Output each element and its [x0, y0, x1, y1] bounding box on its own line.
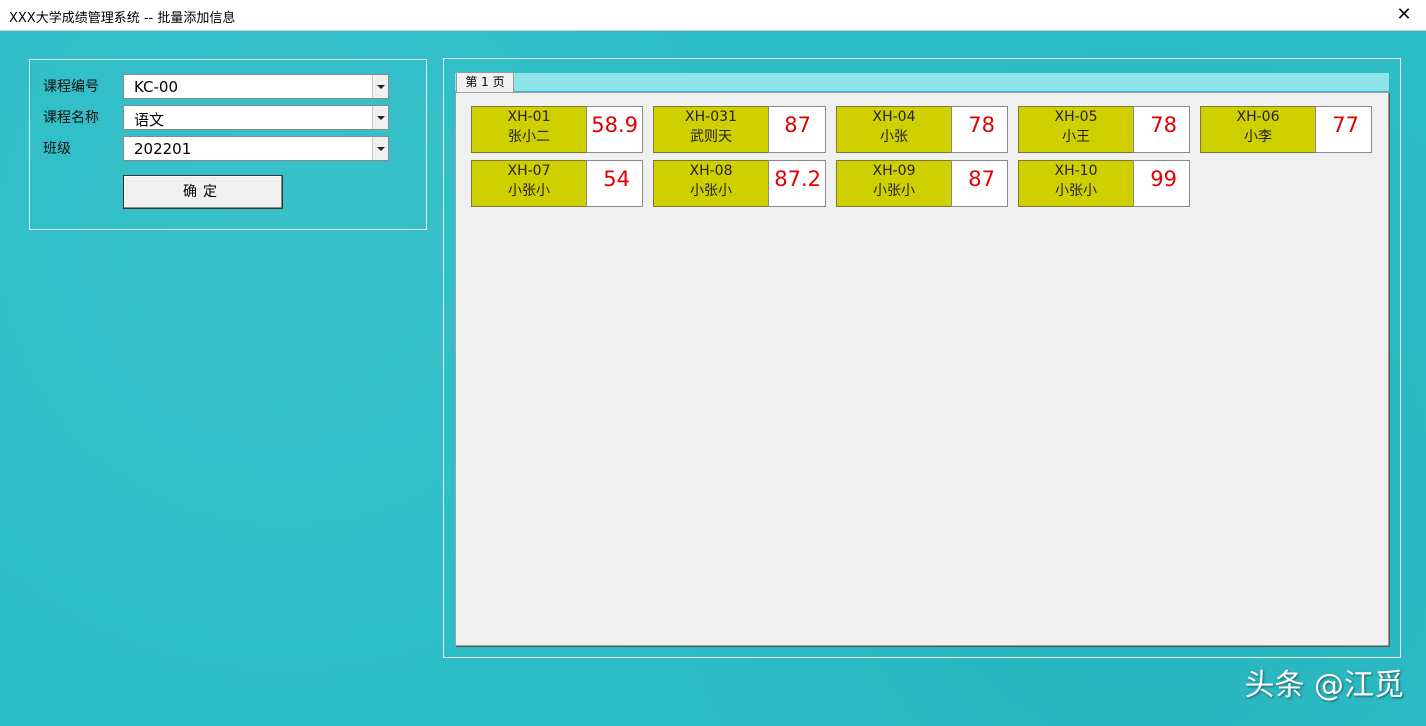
- student-name: 小张小: [508, 183, 550, 199]
- student-name: 张小二: [508, 129, 550, 145]
- student-name: 小张: [880, 129, 908, 145]
- score-input[interactable]: 78: [951, 106, 1008, 153]
- student-info: XH-031 武则天: [653, 106, 769, 153]
- close-icon[interactable]: ✕: [1392, 3, 1416, 27]
- class-value: 202201: [134, 140, 192, 158]
- class-select[interactable]: 202201: [123, 136, 389, 161]
- student-info: XH-10 小张小: [1018, 160, 1134, 207]
- student-id: XH-031: [685, 109, 737, 125]
- chevron-down-icon[interactable]: [372, 137, 388, 160]
- student-name: 武则天: [690, 129, 732, 145]
- tab-page-1[interactable]: 第 1 页: [456, 72, 514, 93]
- course-code-label: 课程编号: [43, 79, 99, 95]
- student-name: 小张小: [873, 183, 915, 199]
- course-code-select[interactable]: KC-00: [123, 74, 389, 99]
- student-info: XH-01 张小二: [471, 106, 587, 153]
- student-name: 小张小: [1055, 183, 1097, 199]
- score-input[interactable]: 78: [1133, 106, 1190, 153]
- filter-panel: 课程编号 KC-00 课程名称 语文 班级 202201 确定: [29, 59, 427, 230]
- student-name: 小张小: [690, 183, 732, 199]
- class-label: 班级: [43, 141, 71, 157]
- tab-page-content: XH-01 张小二 58.9 XH-031 武则天 87 XH-04 小张 78…: [455, 92, 1389, 646]
- score-input[interactable]: 99: [1133, 160, 1190, 207]
- student-id: XH-06: [1236, 109, 1280, 125]
- student-card: XH-06 小李 77: [1200, 106, 1372, 153]
- course-name-value: 语文: [134, 111, 165, 129]
- course-name-label: 课程名称: [43, 110, 99, 126]
- student-info: XH-08 小张小: [653, 160, 769, 207]
- student-id: XH-09: [872, 163, 916, 179]
- score-input[interactable]: 87.2: [768, 160, 826, 207]
- student-info: XH-05 小王: [1018, 106, 1134, 153]
- student-id: XH-10: [1054, 163, 1098, 179]
- student-info: XH-07 小张小: [471, 160, 587, 207]
- student-info: XH-06 小李: [1200, 106, 1316, 153]
- confirm-button[interactable]: 确定: [123, 175, 283, 209]
- student-id: XH-07: [507, 163, 551, 179]
- student-card: XH-07 小张小 54: [471, 160, 643, 207]
- student-name: 小李: [1244, 129, 1272, 145]
- score-input[interactable]: 58.9: [586, 106, 643, 153]
- student-card: XH-031 武则天 87: [653, 106, 826, 153]
- student-id: XH-04: [872, 109, 916, 125]
- course-name-select[interactable]: 语文: [123, 105, 389, 130]
- student-card: XH-05 小王 78: [1018, 106, 1190, 153]
- score-input[interactable]: 54: [586, 160, 643, 207]
- score-input[interactable]: 87: [768, 106, 826, 153]
- student-card: XH-08 小张小 87.2: [653, 160, 826, 207]
- student-id: XH-08: [689, 163, 733, 179]
- student-name: 小王: [1062, 129, 1090, 145]
- student-card: XH-04 小张 78: [836, 106, 1008, 153]
- watermark: 头条 @江觅: [1244, 668, 1404, 703]
- chevron-down-icon[interactable]: [372, 106, 388, 129]
- student-id: XH-05: [1054, 109, 1098, 125]
- score-input[interactable]: 77: [1315, 106, 1372, 153]
- student-card: XH-09 小张小 87: [836, 160, 1008, 207]
- score-input[interactable]: 87: [951, 160, 1008, 207]
- student-id: XH-01: [507, 109, 551, 125]
- student-card: XH-01 张小二 58.9: [471, 106, 643, 153]
- student-card: XH-10 小张小 99: [1018, 160, 1190, 207]
- window-title: XXX大学成绩管理系统 -- 批量添加信息: [9, 11, 236, 26]
- title-bar: XXX大学成绩管理系统 -- 批量添加信息 ✕: [0, 0, 1426, 31]
- student-info: XH-09 小张小: [836, 160, 952, 207]
- student-info: XH-04 小张: [836, 106, 952, 153]
- tab-strip: [455, 73, 1389, 91]
- course-code-value: KC-00: [134, 78, 178, 96]
- chevron-down-icon[interactable]: [372, 75, 388, 98]
